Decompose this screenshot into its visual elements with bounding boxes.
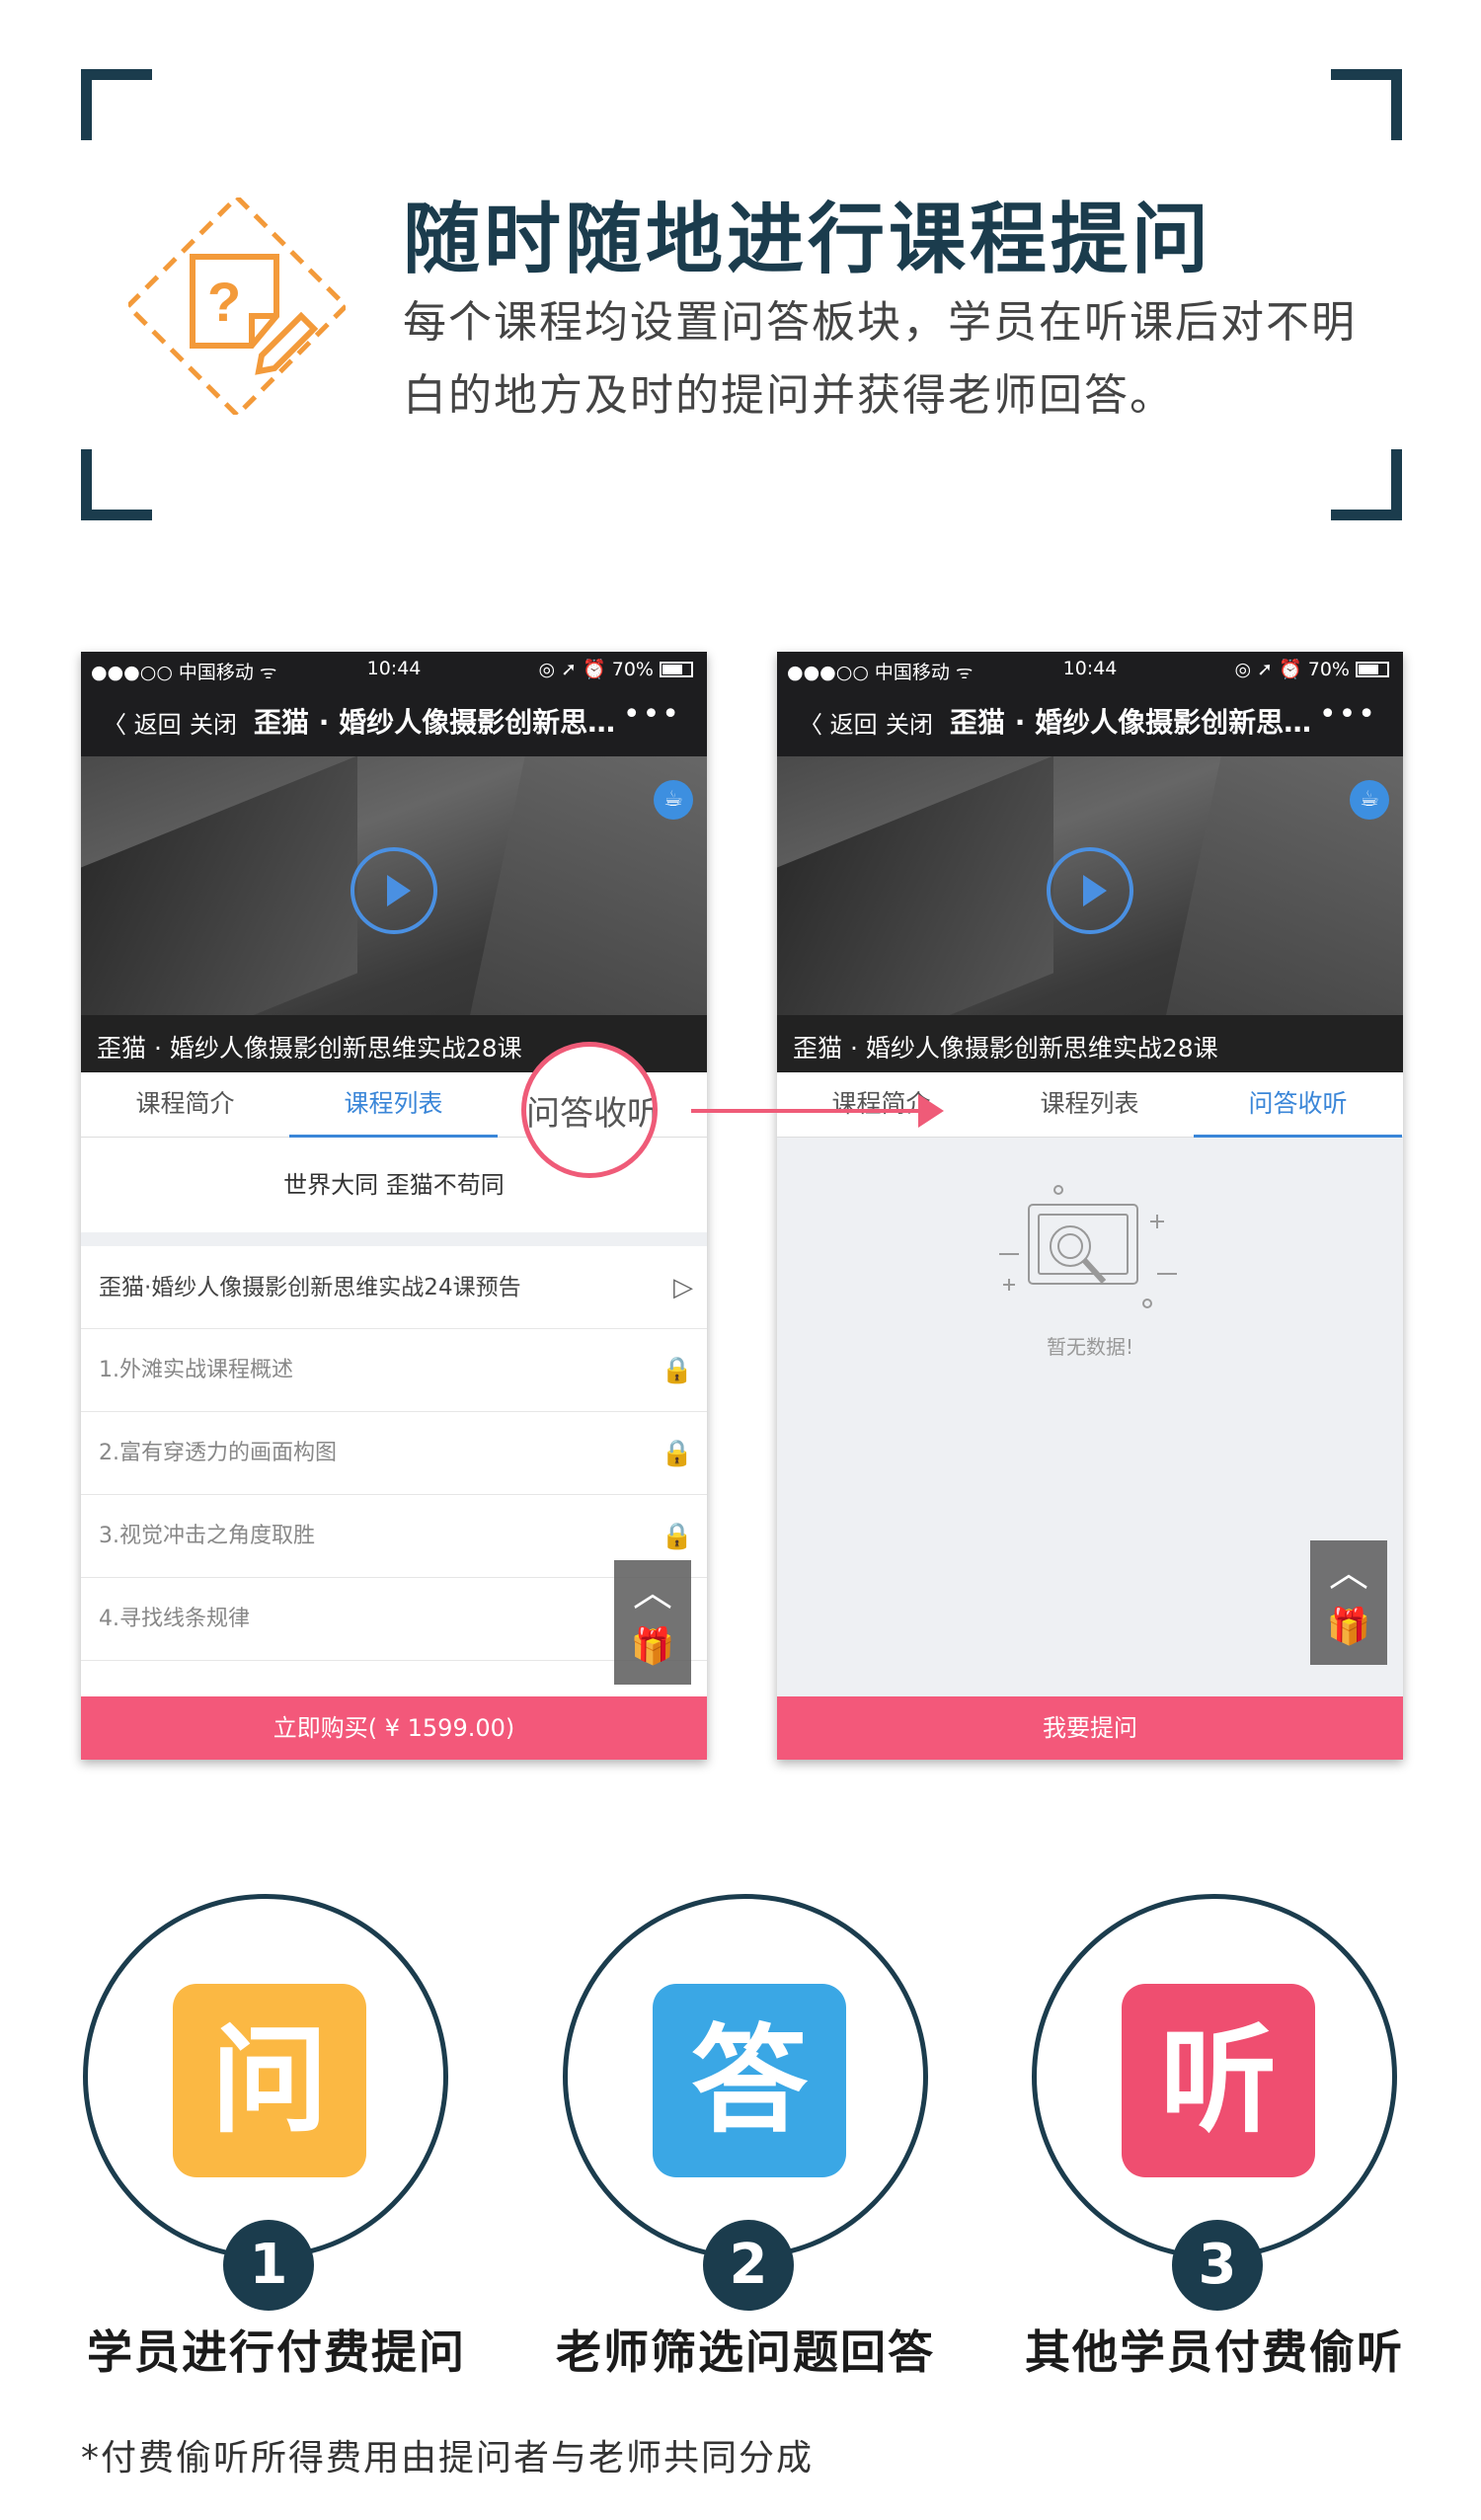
battery-icon [1356, 662, 1389, 677]
tab-course-list[interactable]: 课程列表 [985, 1072, 1194, 1138]
buy-now-button[interactable]: 立即购买( ¥ 1599.00) [81, 1696, 707, 1760]
corner-bracket-bottom-right [1331, 449, 1402, 520]
cup-icon[interactable]: ☕ [1350, 780, 1389, 820]
step-label-listen: 其他学员付费偷听 [1025, 2325, 1404, 2379]
step-number: 3 [1172, 2220, 1263, 2311]
video-player[interactable]: ☕ [777, 756, 1403, 1015]
list-item-label: 3.视觉冲击之角度取胜 [99, 1524, 315, 1548]
headline: 随时随地进行课程提问 [403, 196, 1213, 284]
page: ? 随时随地进行课程提问 每个课程均设置问答板块，学员在听课后对不明白的地方及时… [0, 0, 1481, 2520]
divider [81, 1232, 707, 1246]
close-button[interactable]: 关闭 [190, 705, 237, 740]
close-button[interactable]: 关闭 [886, 705, 933, 740]
list-item-label: 1.外滩实战课程概述 [99, 1358, 293, 1382]
gift-icon[interactable]: 🎁 [614, 1619, 691, 1679]
ask-question-button[interactable]: 我要提问 [777, 1696, 1403, 1760]
listen-icon: 听 [1122, 1984, 1315, 2177]
list-item[interactable]: 歪猫·婚纱人像摄影创新思维实战24课预告 ▷ [81, 1246, 707, 1329]
corner-bracket-top-left [81, 69, 152, 140]
phone-screenshot-qa: ●●●○○ 中国移动 ᯤ 10:44 ◎ ➚ ⏰ 70% 〈 返回 关闭 歪猫 … [777, 652, 1403, 1760]
magnifier-callout: 问答收听 [521, 1042, 658, 1178]
status-right: ◎ ➚ ⏰ 70% [538, 658, 693, 680]
play-icon[interactable] [351, 847, 437, 934]
list-item-label: 2.富有穿透力的画面构图 [99, 1441, 337, 1465]
lock-icon: 🔒 [661, 1439, 693, 1468]
corner-bracket-top-right [1331, 69, 1402, 140]
list-item[interactable]: 4.寻找线条规律 [81, 1578, 707, 1661]
empty-text: 暂无数据! [1046, 1335, 1134, 1359]
status-bar: ●●●○○ 中国移动 ᯤ 10:44 ◎ ➚ ⏰ 70% [777, 652, 1403, 685]
question-note-icon: ? [128, 197, 346, 415]
magnifier-label: 问答收听 [526, 1094, 658, 1134]
nav-title: 歪猫 · 婚纱人像摄影创新思维实战28课 [254, 706, 629, 739]
nav-bar: 〈 返回 关闭 歪猫 · 婚纱人像摄影创新思维实战28课 ••• [777, 685, 1403, 756]
step-number: 2 [703, 2220, 794, 2311]
scroll-up-icon[interactable]: ︿ [614, 1560, 691, 1619]
play-circle-icon: ▷ [673, 1273, 693, 1302]
nav-title: 歪猫 · 婚纱人像摄影创新思维实战28课 [950, 706, 1325, 739]
step-label-ask: 学员进行付费提问 [87, 2325, 466, 2379]
lock-icon: 🔒 [661, 1356, 693, 1385]
svg-text:?: ? [207, 271, 241, 333]
status-right: ◎ ➚ ⏰ 70% [1234, 658, 1389, 680]
list-item[interactable]: 1.外滩实战课程概述 🔒 [81, 1329, 707, 1412]
nav-bar: 〈 返回 关闭 歪猫 · 婚纱人像摄影创新思维实战28课 ••• [81, 685, 707, 756]
gift-icon[interactable]: 🎁 [1310, 1600, 1387, 1659]
step-circle-ask: 问 1 [83, 1894, 448, 2311]
more-icon[interactable]: ••• [1319, 697, 1377, 732]
tab-intro[interactable]: 课程简介 [777, 1072, 985, 1138]
back-button[interactable]: 〈 返回 [103, 705, 182, 740]
list-item-label: 歪猫·婚纱人像摄影创新思维实战24课预告 [99, 1275, 521, 1300]
video-thumbnail-building [81, 756, 357, 1015]
scroll-up-icon[interactable]: ︿ [1310, 1540, 1387, 1600]
subheadline: 每个课程均设置问答板块，学员在听课后对不明白的地方及时的提问并获得老师回答。 [403, 297, 1357, 421]
status-bar: ●●●○○ 中国移动 ᯤ 10:44 ◎ ➚ ⏰ 70% [81, 652, 707, 685]
step-number: 1 [223, 2220, 314, 2311]
phone-screenshot-course-list: ●●●○○ 中国移动 ᯤ 10:44 ◎ ➚ ⏰ 70% 〈 返回 关闭 歪猫 … [81, 652, 707, 1760]
list-item[interactable]: 3.视觉冲击之角度取胜 🔒 [81, 1495, 707, 1578]
battery-icon [660, 662, 693, 677]
back-button[interactable]: 〈 返回 [799, 705, 878, 740]
ask-icon: 问 [173, 1984, 366, 2177]
step-circle-answer: 答 2 [563, 1894, 928, 2311]
step-circle-listen: 听 3 [1032, 1894, 1397, 2311]
cup-icon[interactable]: ☕ [654, 780, 693, 820]
footnote: *付费偷听所得费用由提问者与老师共同分成 [81, 2438, 815, 2479]
list-item[interactable]: 2.富有穿透力的画面构图 🔒 [81, 1412, 707, 1495]
step-label-answer: 老师筛选问题回答 [556, 2325, 935, 2379]
floating-actions: ︿ 🎁 [614, 1560, 691, 1685]
status-indicators: ◎ ➚ ⏰ 70% [1234, 659, 1350, 680]
play-icon[interactable] [1047, 847, 1133, 934]
list-item-label: 4.寻找线条规律 [99, 1607, 250, 1631]
video-caption: 歪猫 · 婚纱人像摄影创新思维实战28课 [777, 1015, 1403, 1072]
status-indicators: ◎ ➚ ⏰ 70% [538, 659, 654, 680]
corner-bracket-bottom-left [81, 449, 152, 520]
tab-bar: 课程简介 课程列表 问答收听 [777, 1072, 1403, 1138]
video-thumbnail-building [777, 756, 1053, 1015]
lock-icon: 🔒 [661, 1522, 693, 1551]
video-player[interactable]: ☕ [81, 756, 707, 1015]
pointer-arrow-head [918, 1094, 944, 1128]
tab-qa-listen[interactable]: 问答收听 [1194, 1072, 1402, 1138]
floating-actions: ︿ 🎁 [1310, 1540, 1387, 1665]
tab-course-list[interactable]: 课程列表 [289, 1072, 498, 1138]
more-icon[interactable]: ••• [623, 697, 681, 732]
tab-intro[interactable]: 课程简介 [81, 1072, 289, 1138]
answer-icon: 答 [653, 1984, 846, 2177]
pointer-arrow-line [691, 1109, 918, 1113]
empty-data-icon [999, 1185, 1177, 1308]
